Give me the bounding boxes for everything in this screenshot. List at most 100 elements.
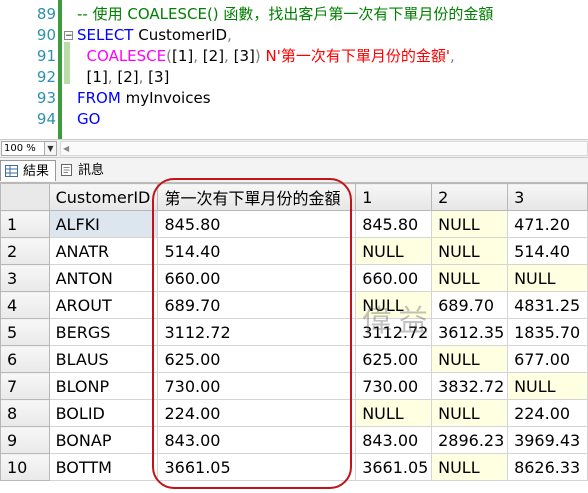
code-token: ,	[449, 47, 455, 65]
cell-first-order-amount[interactable]: 845.80	[157, 210, 357, 238]
row-number[interactable]: 3	[0, 264, 50, 292]
cell-month-3[interactable]: 471.20	[507, 210, 588, 238]
cell-month-2[interactable]: 2896.23	[431, 426, 509, 454]
line-number: 89	[36, 5, 56, 23]
cell-month-1[interactable]: 660.00	[355, 264, 433, 292]
table-row[interactable]: 5 BERGS 3112.72 3112.72 3612.35 1835.70	[0, 318, 588, 346]
cell-customerid[interactable]: BLONP	[48, 372, 159, 400]
tab-results[interactable]: 結果	[0, 160, 57, 181]
cell-month-2[interactable]: NULL	[431, 210, 509, 238]
cell-month-1[interactable]: 843.00	[355, 426, 433, 454]
cell-month-2[interactable]: NULL	[431, 237, 509, 265]
code-token: myInvoices	[125, 89, 211, 107]
cell-customerid[interactable]: ANATR	[48, 237, 159, 265]
tab-results-label: 結果	[23, 164, 50, 179]
cell-first-order-amount[interactable]: 3112.72	[157, 318, 357, 346]
cell-customerid[interactable]: ANTON	[48, 264, 159, 292]
cell-month-2[interactable]: 3832.72	[431, 372, 509, 400]
sql-editor[interactable]: 89 -- 使用 COALESCE() 函數，找出客戶第一次有下單月份的金額 90−…	[0, 0, 588, 139]
row-number[interactable]: 2	[0, 237, 50, 265]
column-header-month-3[interactable]: 3	[507, 183, 588, 211]
cell-month-1[interactable]: 3112.72	[355, 318, 433, 346]
cell-month-1[interactable]: 730.00	[355, 372, 433, 400]
table-row[interactable]: 8 BOLID 224.00 NULL NULL 224.00	[0, 399, 588, 427]
cell-first-order-amount[interactable]: 514.40	[157, 237, 357, 265]
row-number[interactable]: 9	[0, 426, 50, 454]
cell-customerid[interactable]: BOTTM	[48, 453, 159, 481]
cell-customerid[interactable]: BLAUS	[48, 345, 159, 373]
column-header-month-1[interactable]: 1	[355, 183, 433, 211]
table-row[interactable]: 9 BONAP 843.00 843.00 2896.23 3969.43	[0, 426, 588, 454]
cell-month-2[interactable]: NULL	[431, 264, 509, 292]
cell-customerid[interactable]: AROUT	[48, 291, 159, 319]
cell-month-2[interactable]: NULL	[431, 345, 509, 373]
code-token: ,	[107, 68, 118, 86]
cell-first-order-amount[interactable]: 224.00	[157, 399, 357, 427]
cell-first-order-amount[interactable]: 625.00	[157, 345, 357, 373]
table-row[interactable]: 2 ANATR 514.40 NULL NULL 514.40	[0, 237, 588, 265]
cell-month-1[interactable]: NULL	[355, 237, 433, 265]
zoom-dropdown-arrow-icon[interactable]: ▼	[44, 141, 57, 156]
cell-month-2[interactable]: NULL	[431, 453, 509, 481]
table-row[interactable]: 6 BLAUS 625.00 625.00 NULL 677.00	[0, 345, 588, 373]
row-number[interactable]: 4	[0, 291, 50, 319]
column-header-customerid[interactable]: CustomerID	[48, 183, 159, 211]
cell-first-order-amount[interactable]: 660.00	[157, 264, 357, 292]
cell-month-3[interactable]: 1835.70	[507, 318, 588, 346]
cell-month-3[interactable]: NULL	[507, 264, 588, 292]
row-number[interactable]: 1	[0, 210, 50, 238]
cell-month-1[interactable]: NULL	[355, 291, 433, 319]
cell-first-order-amount[interactable]: 730.00	[157, 372, 357, 400]
table-row[interactable]: 7 BLONP 730.00 730.00 3832.72 NULL	[0, 372, 588, 400]
row-number[interactable]: 10	[0, 453, 50, 481]
cell-month-3[interactable]: 514.40	[507, 237, 588, 265]
code-token: [2]	[117, 68, 139, 86]
cell-month-3[interactable]: NULL	[507, 372, 588, 400]
cell-month-3[interactable]: 677.00	[507, 345, 588, 373]
cell-customerid[interactable]: ALFKI	[48, 210, 159, 238]
row-number[interactable]: 8	[0, 399, 50, 427]
change-marker-bar-light	[64, 42, 70, 84]
code-token: COALESCE	[86, 47, 167, 65]
cell-customerid[interactable]: BOLID	[48, 399, 159, 427]
cell-month-2[interactable]: 3612.35	[431, 318, 509, 346]
results-grid[interactable]: CustomerID 第一次有下單月份的金額 1 2 3 1 ALFKI 845.8…	[0, 183, 588, 481]
cell-month-1[interactable]: 3661.05	[355, 453, 433, 481]
table-row[interactable]: 4 AROUT 689.70 NULL 689.70 4831.25	[0, 291, 588, 319]
table-row[interactable]: 3 ANTON 660.00 660.00 NULL NULL	[0, 264, 588, 292]
cell-first-order-amount[interactable]: 3661.05	[157, 453, 357, 481]
tab-messages[interactable]: 訊息	[56, 160, 110, 181]
change-marker-bar	[58, 0, 62, 139]
cell-first-order-amount[interactable]: 689.70	[157, 291, 357, 319]
row-number[interactable]: 6	[0, 345, 50, 373]
table-row[interactable]: 10 BOTTM 3661.05 3661.05 NULL 8626.33	[0, 453, 588, 481]
cell-month-2[interactable]: 689.70	[431, 291, 509, 319]
collapse-icon[interactable]: −	[64, 31, 73, 41]
scroll-left-icon[interactable]: ◀	[63, 142, 69, 155]
zoom-level-select[interactable]: 100 %	[1, 141, 45, 156]
grid-corner[interactable]	[0, 183, 50, 211]
code-text: [1], [2], [3]	[77, 67, 170, 88]
code-token: [1]	[86, 68, 108, 86]
cell-month-3[interactable]: 3969.43	[507, 426, 588, 454]
cell-customerid[interactable]: BERGS	[48, 318, 159, 346]
cell-month-1[interactable]: 625.00	[355, 345, 433, 373]
table-row[interactable]: 1 ALFKI 845.80 845.80 NULL 471.20	[0, 210, 588, 238]
cell-month-3[interactable]: 224.00	[507, 399, 588, 427]
cell-first-order-amount[interactable]: 843.00	[157, 426, 357, 454]
row-number[interactable]: 7	[0, 372, 50, 400]
row-number[interactable]: 5	[0, 318, 50, 346]
column-header-month-2[interactable]: 2	[431, 183, 509, 211]
cell-customerid[interactable]: BONAP	[48, 426, 159, 454]
line-number: 92	[36, 68, 56, 86]
column-header-first-order-amount[interactable]: 第一次有下單月份的金額	[157, 183, 357, 211]
cell-month-1[interactable]: NULL	[355, 399, 433, 427]
cell-month-2[interactable]: NULL	[431, 399, 509, 427]
code-token: -- 使用 COALESCE() 函數，找出客戶第一次有下單月份的金額	[77, 5, 494, 23]
cell-month-3[interactable]: 4831.25	[507, 291, 588, 319]
cell-month-3[interactable]: 8626.33	[507, 453, 588, 481]
cell-month-1[interactable]: 845.80	[355, 210, 433, 238]
editor-horizontal-scrollbar[interactable]: ◀	[60, 141, 588, 156]
code-token: SELECT	[77, 26, 139, 44]
